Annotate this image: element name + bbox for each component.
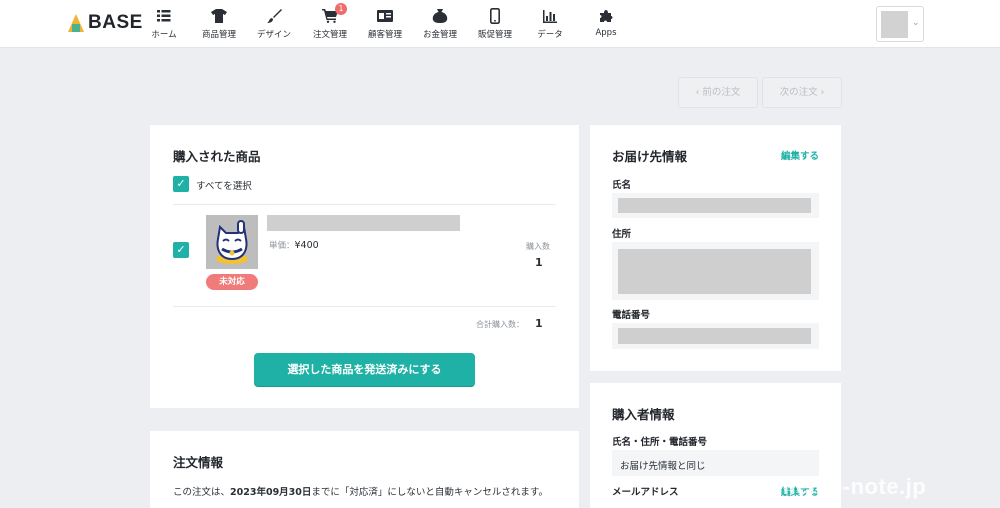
nav-home-label: ホーム — [151, 30, 177, 40]
notice-prefix: この注文は、 — [173, 487, 231, 498]
lucky-cat-icon — [216, 220, 248, 264]
puzzle-icon — [600, 10, 613, 22]
prev-order-button[interactable]: ‹ 前の注文 — [678, 77, 758, 108]
email-label: メールアドレス — [612, 487, 679, 498]
chevron-down-icon: ⌄ — [912, 18, 920, 28]
tshirt-icon — [211, 9, 227, 23]
paintbrush-icon — [266, 8, 282, 23]
mark-shipped-button[interactable]: 選択した商品を発送済みにする — [254, 353, 475, 386]
buyer-combined-label: 氏名・住所・電話番号 — [612, 437, 708, 448]
divider — [173, 306, 556, 307]
product-name-redacted — [267, 215, 460, 231]
nav-design[interactable]: デザイン — [246, 6, 302, 40]
nav-products-label: 商品管理 — [201, 30, 236, 40]
top-header: BASE ホーム 商品管理 デザイン 1 注文管理 顧客管理 お金管理 販促管理… — [0, 0, 1000, 48]
total-quantity-value: 1 — [535, 317, 543, 330]
select-all-checkbox[interactable]: ✓ — [173, 176, 189, 192]
buyer-combined-value: お届け先情報と同じ — [620, 461, 706, 472]
nav-money[interactable]: お金管理 — [412, 6, 468, 40]
total-quantity-label: 合計購入数： — [476, 320, 524, 329]
account-menu[interactable]: ⌄ — [876, 6, 924, 42]
notice-suffix: までに「対応済」にしないと自動キャンセルされます。 — [311, 487, 548, 498]
phone-redacted — [618, 328, 811, 344]
unit-price-value: ¥400 — [294, 240, 319, 251]
product-thumbnail[interactable] — [206, 215, 258, 269]
unit-price-label: 単価： — [269, 241, 295, 251]
money-bag-icon — [432, 9, 448, 23]
notice-date: 2023年09月30日 — [230, 487, 312, 498]
nav-apps[interactable]: Apps — [578, 6, 634, 38]
id-card-icon — [377, 10, 393, 22]
address-redacted — [618, 249, 811, 294]
phone-label: 電話番号 — [612, 310, 651, 321]
recipient-name-label: 氏名 — [612, 180, 632, 191]
nav-orders[interactable]: 1 注文管理 — [302, 3, 358, 40]
site-watermark: memo-note.jp — [776, 474, 927, 499]
logo-mark-icon — [68, 14, 84, 32]
nav-home[interactable]: ホーム — [136, 6, 192, 40]
bar-chart-icon — [543, 9, 557, 23]
nav-orders-label: 注文管理 — [312, 30, 347, 40]
nav-apps-label: Apps — [595, 28, 617, 38]
status-badge: 未対応 — [206, 274, 258, 290]
chevron-right-icon: › — [817, 87, 825, 98]
nav-design-label: デザイン — [256, 30, 291, 40]
nav-customers[interactable]: 顧客管理 — [357, 6, 413, 40]
select-all-label: すべてを選択 — [196, 181, 252, 192]
nav-promotion[interactable]: 販促管理 — [467, 6, 523, 40]
logo-text: BASE — [88, 12, 143, 33]
nav-money-label: お金管理 — [422, 30, 457, 40]
quantity-label: 購入数 — [526, 242, 550, 251]
unit-price: 単価：¥400 — [269, 239, 319, 251]
smartphone-icon — [490, 8, 500, 24]
next-order-button[interactable]: 次の注文 › — [762, 77, 842, 108]
address-label: 住所 — [612, 229, 632, 240]
quantity-value: 1 — [535, 256, 543, 269]
buyer-card-title: 購入者情報 — [612, 407, 675, 422]
products-card-title: 購入された商品 — [173, 149, 261, 164]
nav-promotion-label: 販促管理 — [477, 30, 512, 40]
nav-data-label: データ — [537, 30, 563, 40]
recipient-name-redacted — [618, 198, 811, 213]
edit-delivery-link[interactable]: 編集する — [781, 148, 819, 162]
delivery-card-title: お届け先情報 — [612, 149, 688, 164]
avatar — [881, 11, 908, 38]
nav-customers-label: 顧客管理 — [367, 30, 402, 40]
item-checkbox[interactable]: ✓ — [173, 242, 189, 258]
next-order-label: 次の注文 — [779, 87, 818, 98]
divider — [173, 204, 556, 205]
orders-count-badge: 1 — [335, 3, 347, 15]
auto-cancel-notice: この注文は、2023年09月30日までに「対応済」にしないと自動キャンセルされま… — [173, 484, 548, 498]
list-icon — [157, 10, 171, 22]
order-info-title: 注文情報 — [173, 455, 224, 470]
nav-data[interactable]: データ — [522, 6, 578, 40]
prev-order-label: 前の注文 — [702, 87, 741, 98]
nav-products[interactable]: 商品管理 — [191, 6, 247, 40]
base-logo[interactable]: BASE — [68, 12, 143, 34]
